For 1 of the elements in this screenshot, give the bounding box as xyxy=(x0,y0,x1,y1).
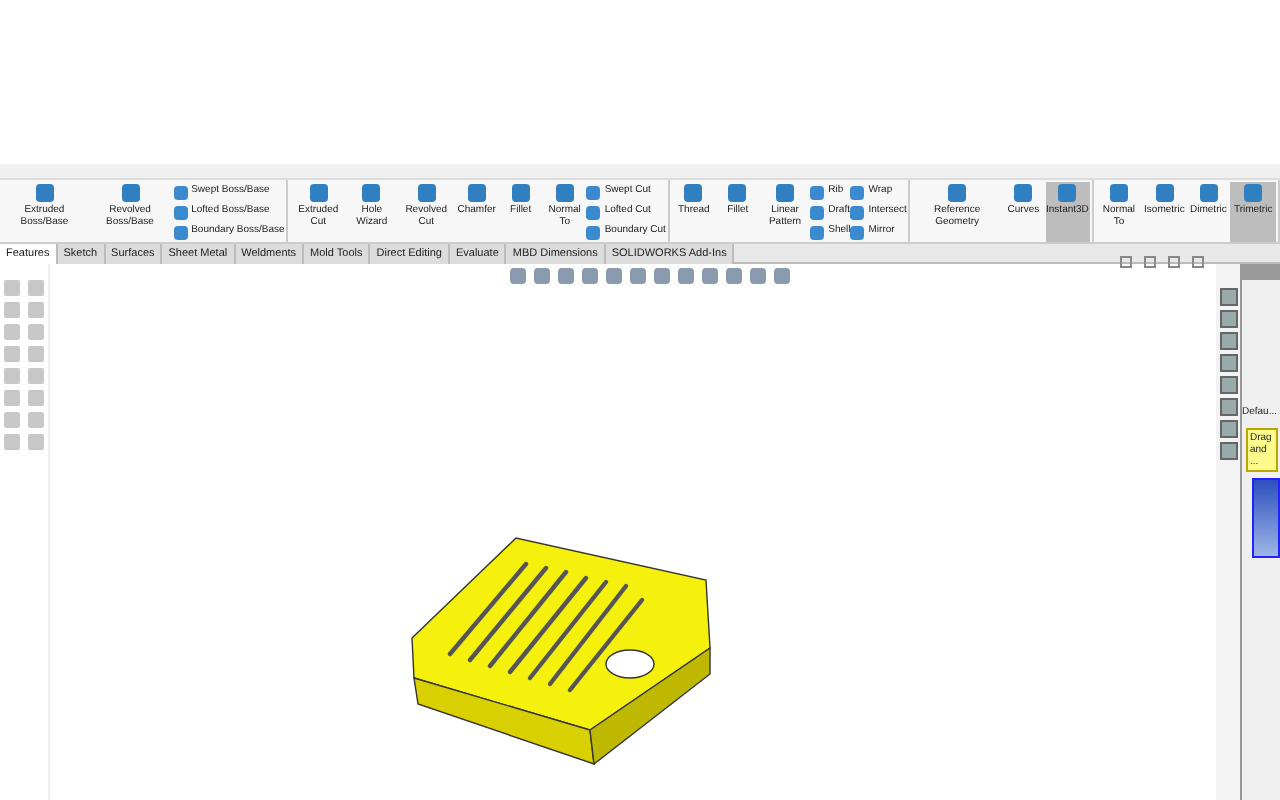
preview-thumbnail xyxy=(1252,477,1280,557)
